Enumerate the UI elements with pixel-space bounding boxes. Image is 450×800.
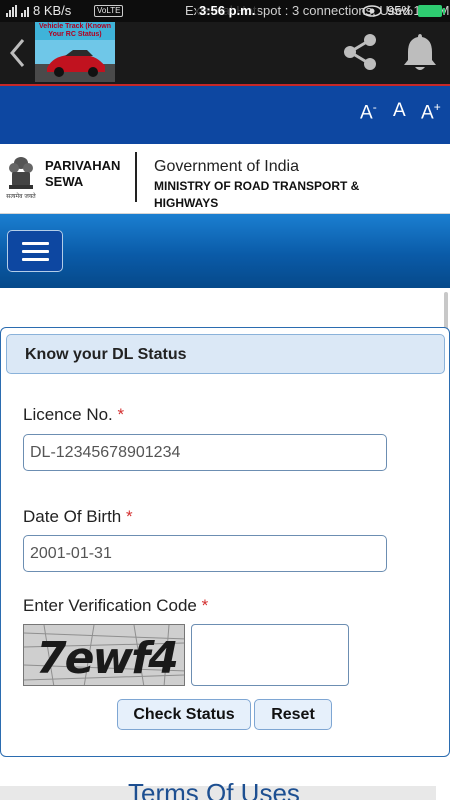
clock: 3:56 p.m. (196, 3, 259, 18)
brand-line1: PARIVAHAN (45, 158, 121, 173)
captcha-input[interactable] (191, 624, 349, 686)
thumbnail-title: Vehicle Track (Known Your RC Status) (39, 23, 111, 38)
national-emblem-icon: सत्यमेव जयते (6, 157, 36, 200)
back-arrow-icon[interactable] (8, 36, 28, 70)
menu-line (22, 250, 49, 253)
signal-icon-2 (21, 5, 29, 17)
gov-title: Government of India (154, 158, 299, 175)
brand-line2: SEWA (45, 174, 84, 189)
font-decrease-sup: - (372, 100, 377, 114)
hamburger-menu-button[interactable] (7, 230, 63, 272)
captcha-graphic: 7ewf4 (24, 625, 184, 685)
network-speed: 8 KB/s (33, 3, 72, 18)
status-left: 8 KB/s (6, 3, 71, 18)
app-thumbnail: Vehicle Track (Known Your RC Status) (35, 22, 115, 82)
parivahan-sewa-logo: PARIVAHAN SEWA (45, 158, 120, 190)
licence-number-input[interactable] (23, 434, 387, 471)
required-mark: * (117, 405, 125, 424)
required-mark: * (201, 596, 209, 615)
menu-line (22, 258, 49, 261)
font-increase-sup: + (433, 100, 441, 114)
navigation-bar (0, 214, 450, 288)
battery-icon (418, 4, 445, 17)
terms-of-uses-link[interactable]: Terms Of Uses (128, 778, 300, 800)
font-size-bar: A- A A+ (0, 86, 450, 144)
font-decrease-button[interactable]: A- (360, 100, 377, 124)
font-decrease-label: A (360, 102, 373, 124)
emblem-caption: सत्यमेव जयते (6, 192, 36, 200)
captcha-label-text: Enter Verification Code (23, 596, 197, 615)
captcha-image: 7ewf4 (23, 624, 185, 686)
share-icon[interactable] (338, 30, 382, 74)
licence-label-text: Licence No. (23, 405, 113, 424)
bell-icon[interactable] (400, 30, 440, 74)
captcha-text: 7ewf4 (36, 633, 177, 684)
header-divider (135, 152, 137, 202)
volte-badge: VoLTE (94, 5, 124, 17)
panel-title: Know your DL Status (25, 346, 187, 363)
font-normal-button[interactable]: A (393, 100, 406, 122)
font-increase-label: A (421, 102, 434, 124)
government-header: सत्यमेव जयते PARIVAHAN SEWA Government o… (0, 144, 450, 214)
check-status-button[interactable]: Check Status (117, 699, 251, 730)
font-increase-button[interactable]: A+ (421, 100, 441, 124)
dob-label-text: Date Of Birth (23, 507, 122, 526)
licence-label: Licence No. * (23, 405, 124, 425)
required-mark: * (126, 507, 133, 526)
panel-header: Know your DL Status (6, 334, 445, 374)
date-of-birth-input[interactable] (23, 535, 387, 572)
captcha-label: Enter Verification Code * (23, 596, 208, 616)
dob-label: Date Of Birth * (23, 507, 133, 527)
menu-line (22, 242, 49, 245)
content-gap (0, 288, 450, 328)
battery-percent: 95% (386, 3, 413, 18)
app-toolbar: Vehicle Track (Known Your RC Status) (0, 22, 450, 84)
signal-icon (6, 4, 17, 17)
status-bar: 8 KB/s External Hotspot : 3 connections,… (0, 0, 450, 22)
eye-icon (362, 4, 382, 17)
reset-button[interactable]: Reset (254, 699, 332, 730)
status-right: 95% (362, 3, 445, 18)
ministry-title: MINISTRY OF ROAD TRANSPORT & HIGHWAYS (154, 179, 360, 210)
